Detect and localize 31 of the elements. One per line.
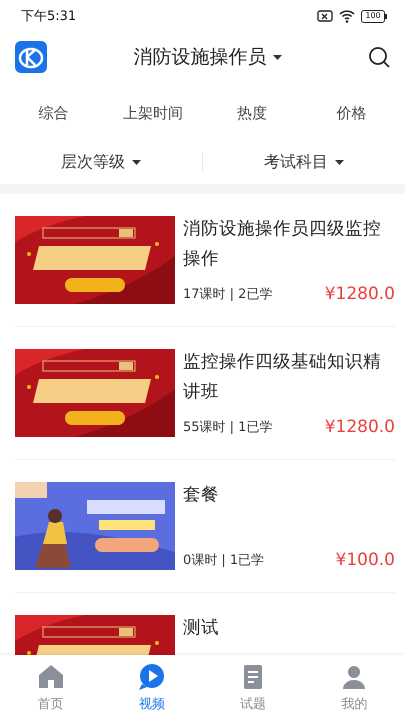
course-stats: 17课时 | 2已学 (183, 286, 272, 303)
course-price: ¥1280.0 (324, 284, 395, 304)
clock: 下午5:31 (21, 8, 76, 25)
app-logo[interactable] (15, 41, 47, 73)
sort-tab[interactable]: 热度 (202, 104, 302, 122)
nav-tab[interactable]: 试题 (202, 655, 304, 720)
course-title[interactable]: 测试 (183, 613, 395, 643)
category-dropdown[interactable]: 消防设施操作员 (47, 44, 368, 70)
sort-tab[interactable]: 综合 (4, 104, 104, 122)
caret-icon (335, 160, 344, 164)
filter-dropdown[interactable]: 层次等级 (0, 150, 202, 174)
nav-tab[interactable]: 视频 (101, 655, 202, 720)
wifi-icon (339, 9, 355, 23)
nav-tab[interactable]: 首页 (0, 655, 102, 720)
course-price: ¥100.0 (336, 550, 395, 570)
caret-icon (272, 54, 282, 60)
course-title[interactable]: 消防设施操作员四级监控操作 (183, 214, 395, 274)
sim-card-icon (317, 9, 333, 23)
filter-dropdown[interactable]: 考试科目 (203, 150, 405, 174)
caret-icon (132, 160, 141, 164)
course-stats: 55课时 | 1已学 (183, 419, 272, 436)
play-icon (136, 662, 167, 692)
sort-tab[interactable]: 上架时间 (103, 104, 202, 122)
course-title[interactable]: 监控操作四级基础知识精讲班 (183, 347, 395, 407)
search-icon[interactable] (368, 46, 390, 68)
course-price: ¥1280.0 (324, 417, 395, 437)
course-title[interactable]: 套餐 (183, 480, 395, 510)
battery-icon: 100 (361, 10, 385, 22)
course-stats: 0课时 | 1已学 (183, 552, 264, 569)
nav-tab[interactable]: 我的 (304, 655, 405, 720)
sort-tab[interactable]: 价格 (302, 104, 401, 122)
